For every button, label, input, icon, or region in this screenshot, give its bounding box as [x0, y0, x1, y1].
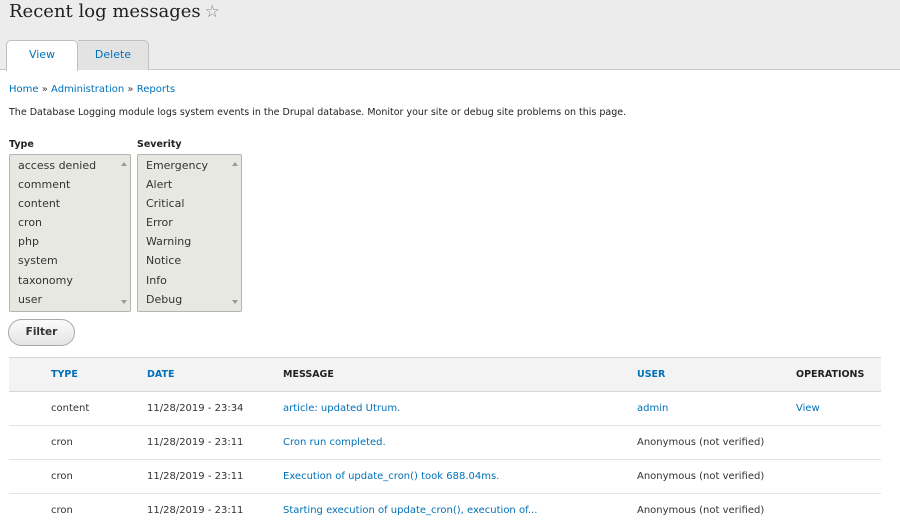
cell-date: 11/28/2019 - 23:11	[147, 437, 244, 448]
table-row: cron 11/28/2019 - 23:11 Cron run complet…	[9, 426, 881, 460]
severity-filter-select[interactable]: Emergency Alert Critical Error Warning N…	[137, 154, 242, 312]
type-option[interactable]: content	[18, 194, 130, 213]
table-row: cron 11/28/2019 - 23:11 Execution of upd…	[9, 460, 881, 494]
table-row: content 11/28/2019 - 23:34 article: upda…	[9, 392, 881, 426]
cell-type: cron	[51, 437, 73, 448]
type-option[interactable]: system	[18, 251, 130, 270]
cell-message-link[interactable]: Cron run completed.	[283, 437, 386, 448]
type-option[interactable]: access denied	[18, 156, 130, 175]
breadcrumb-separator: »	[41, 84, 48, 95]
tab-view[interactable]: View	[6, 40, 78, 71]
breadcrumb-separator: »	[127, 84, 134, 95]
cell-operations	[796, 426, 881, 460]
type-option[interactable]: php	[18, 232, 130, 251]
severity-filter-scrollbar[interactable]	[229, 155, 241, 311]
type-filter-label: Type	[9, 139, 34, 150]
cell-message-link[interactable]: Execution of update_cron() took 688.04ms…	[283, 471, 499, 482]
cell-type: cron	[51, 471, 73, 482]
tab-delete[interactable]: Delete	[78, 40, 149, 70]
severity-option[interactable]: Emergency	[146, 156, 241, 175]
cell-message-link[interactable]: article: updated Utrum.	[283, 403, 400, 414]
cell-type: cron	[51, 505, 73, 516]
severity-option[interactable]: Critical	[146, 194, 241, 213]
header-message: MESSAGE	[283, 369, 334, 380]
type-filter-select[interactable]: access denied comment content cron php s…	[9, 154, 131, 312]
header-operations: OPERATIONS	[796, 369, 865, 380]
cell-type: content	[51, 403, 90, 414]
breadcrumb-reports[interactable]: Reports	[137, 84, 175, 95]
severity-option[interactable]: Error	[146, 213, 241, 232]
page-title-text: Recent log messages	[9, 1, 201, 22]
type-option[interactable]: cron	[18, 213, 130, 232]
header-type[interactable]: TYPE	[51, 358, 147, 392]
scroll-up-icon[interactable]	[121, 162, 127, 166]
log-messages-table: TYPE DATE MESSAGE USER OPERATIONS conten…	[9, 357, 881, 526]
row-spacer	[9, 426, 51, 460]
cell-date: 11/28/2019 - 23:11	[147, 505, 244, 516]
scroll-down-icon[interactable]	[232, 300, 238, 304]
cell-date: 11/28/2019 - 23:11	[147, 471, 244, 482]
scroll-down-icon[interactable]	[121, 300, 127, 304]
header-spacer	[9, 358, 51, 392]
type-option[interactable]: comment	[18, 175, 130, 194]
cell-user-link[interactable]: admin	[637, 403, 668, 414]
type-option[interactable]: taxonomy	[18, 271, 130, 290]
page-description: The Database Logging module logs system …	[9, 107, 627, 118]
cell-operations-view-link[interactable]: View	[796, 403, 820, 414]
cell-user: Anonymous (not verified)	[637, 437, 765, 448]
row-spacer	[9, 392, 51, 426]
breadcrumb-administration[interactable]: Administration	[51, 84, 124, 95]
row-spacer	[9, 460, 51, 494]
severity-option[interactable]: Debug	[146, 290, 241, 309]
severity-filter-label: Severity	[137, 139, 182, 150]
type-option[interactable]: user	[18, 290, 130, 309]
filter-button[interactable]: Filter	[8, 319, 75, 346]
header-date[interactable]: DATE	[147, 358, 283, 392]
breadcrumb: Home » Administration » Reports	[9, 84, 175, 95]
type-filter-scrollbar[interactable]	[118, 155, 130, 311]
severity-option[interactable]: Warning	[146, 232, 241, 251]
star-icon[interactable]: ☆	[205, 2, 220, 22]
row-spacer	[9, 494, 51, 526]
breadcrumb-home[interactable]: Home	[9, 84, 39, 95]
cell-user: Anonymous (not verified)	[637, 505, 765, 516]
severity-option[interactable]: Alert	[146, 175, 241, 194]
cell-operations	[796, 460, 881, 494]
table-row: cron 11/28/2019 - 23:11 Starting executi…	[9, 494, 881, 526]
severity-option[interactable]: Info	[146, 271, 241, 290]
severity-option[interactable]: Notice	[146, 251, 241, 270]
page-title: Recent log messages ☆	[9, 1, 220, 22]
cell-user: Anonymous (not verified)	[637, 471, 765, 482]
header-user[interactable]: USER	[637, 358, 796, 392]
cell-date: 11/28/2019 - 23:34	[147, 403, 244, 414]
cell-operations	[796, 494, 881, 526]
scroll-up-icon[interactable]	[232, 162, 238, 166]
cell-message-link[interactable]: Starting execution of update_cron(), exe…	[283, 505, 537, 516]
page-header: Recent log messages ☆ View Delete	[0, 0, 900, 71]
table-header-row: TYPE DATE MESSAGE USER OPERATIONS	[9, 357, 881, 392]
